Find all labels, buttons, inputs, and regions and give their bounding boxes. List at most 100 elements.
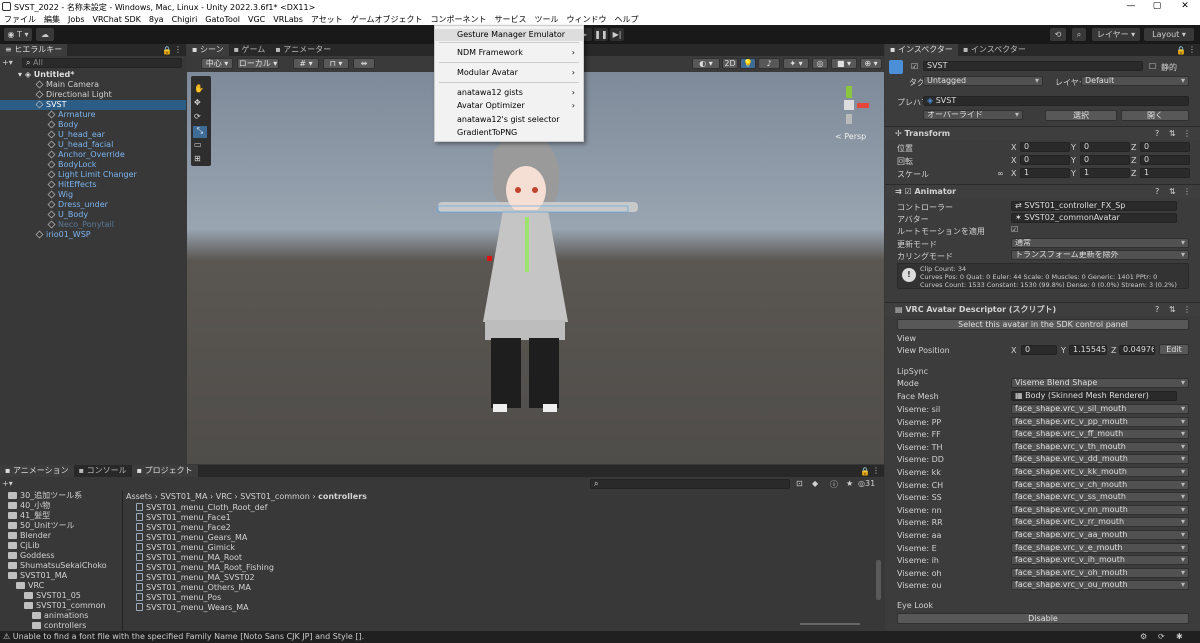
- active-checkbox[interactable]: ☑: [911, 62, 918, 71]
- step-button[interactable]: ▶|: [610, 28, 624, 41]
- account-button[interactable]: ◉ T ▾: [4, 28, 32, 41]
- hierarchy-item[interactable]: U_Body: [0, 210, 186, 220]
- lipsync-mode-dropdown[interactable]: Viseme Blend Shape: [1011, 378, 1189, 388]
- kebab-menu-icon[interactable]: ⋮: [872, 466, 880, 475]
- menu-item[interactable]: ファイル: [4, 14, 36, 25]
- asset-item[interactable]: SVST01_menu_Cloth_Root_def: [126, 503, 866, 513]
- create-asset-button[interactable]: +▾: [2, 479, 13, 488]
- hierarchy-item[interactable]: Dress_under: [0, 200, 186, 210]
- lock-icon[interactable]: 🔒: [1176, 46, 1186, 55]
- culling-mode-dropdown[interactable]: トランスフォーム更新を除外: [1011, 250, 1189, 260]
- folder-tree-item[interactable]: Goddess: [0, 551, 122, 561]
- hand-tool-icon[interactable]: ✋: [194, 84, 204, 93]
- scene-orientation-gizmo[interactable]: [829, 86, 869, 126]
- tab[interactable]: ▪ シーン: [187, 44, 229, 56]
- star-icon[interactable]: ★: [846, 479, 853, 488]
- transform-x-field[interactable]: 0: [1020, 155, 1070, 165]
- layout-dropdown[interactable]: Layout ▾: [1144, 28, 1194, 41]
- view-position-x[interactable]: 0: [1021, 345, 1057, 355]
- viseme-dropdown[interactable]: face_shape.vrc_v_sil_mouth: [1011, 404, 1189, 414]
- hierarchy-item[interactable]: Directional Light: [0, 90, 186, 100]
- maximize-button[interactable]: ▢: [1144, 0, 1170, 13]
- viseme-dropdown[interactable]: face_shape.vrc_v_aa_mouth: [1011, 530, 1189, 540]
- kebab-menu-icon[interactable]: ⋮: [1183, 129, 1191, 138]
- viseme-dropdown[interactable]: face_shape.vrc_v_ss_mouth: [1011, 492, 1189, 503]
- snap-increment-button[interactable]: ⊓ ▾: [323, 58, 349, 69]
- folder-tree-item[interactable]: 41_髪型: [0, 511, 122, 521]
- search-button[interactable]: ⌕: [1072, 28, 1086, 41]
- edit-view-button[interactable]: Edit: [1159, 344, 1189, 355]
- animator-header[interactable]: ⇉ ☑ Animator: [885, 184, 1200, 198]
- grid-snap-button[interactable]: # ▾: [293, 58, 319, 69]
- preset-icon[interactable]: ⇅: [1169, 305, 1176, 314]
- transform-y-field[interactable]: 0: [1080, 142, 1130, 152]
- viseme-dropdown[interactable]: face_shape.vrc_v_nn_mouth: [1011, 504, 1189, 515]
- menu-item[interactable]: コンポーネント: [430, 14, 486, 25]
- info-icon[interactable]: ⓘ: [830, 479, 838, 490]
- hierarchy-item[interactable]: U_head_facial: [0, 140, 186, 150]
- space-dropdown[interactable]: ローカル ▾: [237, 58, 279, 69]
- folder-tree-item[interactable]: VRC: [0, 581, 122, 591]
- viseme-dropdown[interactable]: face_shape.vrc_v_e_mouth: [1011, 542, 1189, 553]
- view-position-z[interactable]: 0.049767: [1119, 345, 1155, 355]
- breadcrumb-item[interactable]: SVST01_MA: [160, 492, 207, 501]
- transform-z-field[interactable]: 0: [1140, 142, 1190, 152]
- lock-icon[interactable]: 🔒: [162, 46, 172, 55]
- rect-tool-icon[interactable]: ▭: [194, 140, 202, 149]
- tools-menu-item[interactable]: Gesture Manager Emulator: [435, 29, 583, 41]
- viseme-dropdown[interactable]: face_shape.vrc_v_ch_mouth: [1011, 479, 1189, 490]
- hierarchy-item[interactable]: Anchor_Override: [0, 150, 186, 160]
- select-avatar-sdk-button[interactable]: Select this avatar in the SDK control pa…: [897, 319, 1189, 330]
- viseme-dropdown[interactable]: face_shape.vrc_v_rr_mouth: [1011, 517, 1189, 528]
- tools-menu-item[interactable]: GradientToPNG: [435, 127, 583, 139]
- folder-tree-item[interactable]: controllers: [0, 621, 122, 631]
- draw-mode-dropdown[interactable]: ◐ ▾: [692, 58, 720, 69]
- transform-tool-icon[interactable]: ⊞: [194, 154, 201, 163]
- menu-item[interactable]: アセット: [311, 14, 343, 25]
- preset-icon[interactable]: ⇅: [1169, 129, 1176, 138]
- eye-look-disable-button[interactable]: Disable: [897, 613, 1189, 624]
- hierarchy-item[interactable]: BodyLock: [0, 160, 186, 170]
- avatar-model[interactable]: [423, 122, 653, 412]
- folder-tree-item[interactable]: SVST01_05: [0, 591, 122, 601]
- folder-tree-item[interactable]: CjLib: [0, 541, 122, 551]
- viseme-dropdown[interactable]: face_shape.vrc_v_ff_mouth: [1011, 429, 1189, 440]
- hierarchy-item[interactable]: irio01_WSP: [0, 230, 186, 240]
- hierarchy-item[interactable]: SVST: [0, 100, 186, 110]
- menu-item[interactable]: Chigiri: [172, 15, 198, 24]
- menu-item[interactable]: 8ya: [149, 15, 164, 24]
- menu-item[interactable]: サービス: [494, 14, 526, 25]
- transform-y-field[interactable]: 0: [1080, 155, 1130, 165]
- rotate-tool-icon[interactable]: ⟳: [194, 112, 201, 121]
- tab[interactable]: ▪ アニメーター: [270, 44, 336, 56]
- help-icon[interactable]: ?: [1155, 129, 1159, 138]
- asset-item[interactable]: SVST01_menu_Pos: [126, 593, 866, 603]
- menu-item[interactable]: VRChat SDK: [93, 15, 141, 24]
- align-button[interactable]: ⇹: [353, 58, 375, 69]
- cloud-button[interactable]: ☁: [36, 28, 54, 41]
- folder-tree-item[interactable]: Blender: [0, 531, 122, 541]
- transform-z-field[interactable]: 0: [1140, 155, 1190, 165]
- breadcrumb-item[interactable]: controllers: [318, 492, 367, 501]
- tools-menu-item[interactable]: NDM Framework ›: [435, 47, 583, 59]
- asset-item[interactable]: SVST01_menu_MA_Root_Fishing: [126, 563, 866, 573]
- asset-item[interactable]: SVST01_menu_Face2: [126, 523, 866, 533]
- hidden-toggle[interactable]: ◎: [812, 58, 828, 69]
- tab[interactable]: ▪ コンソール: [74, 465, 132, 477]
- static-checkbox[interactable]: ☐: [1149, 62, 1156, 71]
- menu-item[interactable]: VRLabs: [273, 15, 303, 24]
- perspective-label[interactable]: < Persp: [835, 132, 866, 141]
- viseme-dropdown[interactable]: face_shape.vrc_v_pp_mouth: [1011, 416, 1189, 427]
- viseme-dropdown[interactable]: face_shape.vrc_v_dd_mouth: [1011, 454, 1189, 465]
- folder-tree-item[interactable]: ShumatsuSekaiChoko: [0, 561, 122, 571]
- lighting-toggle[interactable]: 💡: [740, 58, 756, 69]
- menu-item[interactable]: ウィンドウ: [566, 14, 606, 25]
- vrc-descriptor-header[interactable]: ▤ VRC Avatar Descriptor (スクリプト): [885, 302, 1200, 316]
- history-button[interactable]: ⟲: [1050, 28, 1066, 41]
- viseme-dropdown[interactable]: face_shape.vrc_v_kk_mouth: [1011, 467, 1189, 477]
- search-input[interactable]: ⌕ All: [22, 58, 182, 68]
- asset-item[interactable]: SVST01_menu_Gimick: [126, 543, 866, 553]
- kebab-menu-icon[interactable]: ⋮: [174, 45, 182, 54]
- face-mesh-field[interactable]: ▦ Body (Skinned Mesh Renderer): [1011, 391, 1177, 401]
- layer-dropdown[interactable]: Default: [1081, 76, 1189, 86]
